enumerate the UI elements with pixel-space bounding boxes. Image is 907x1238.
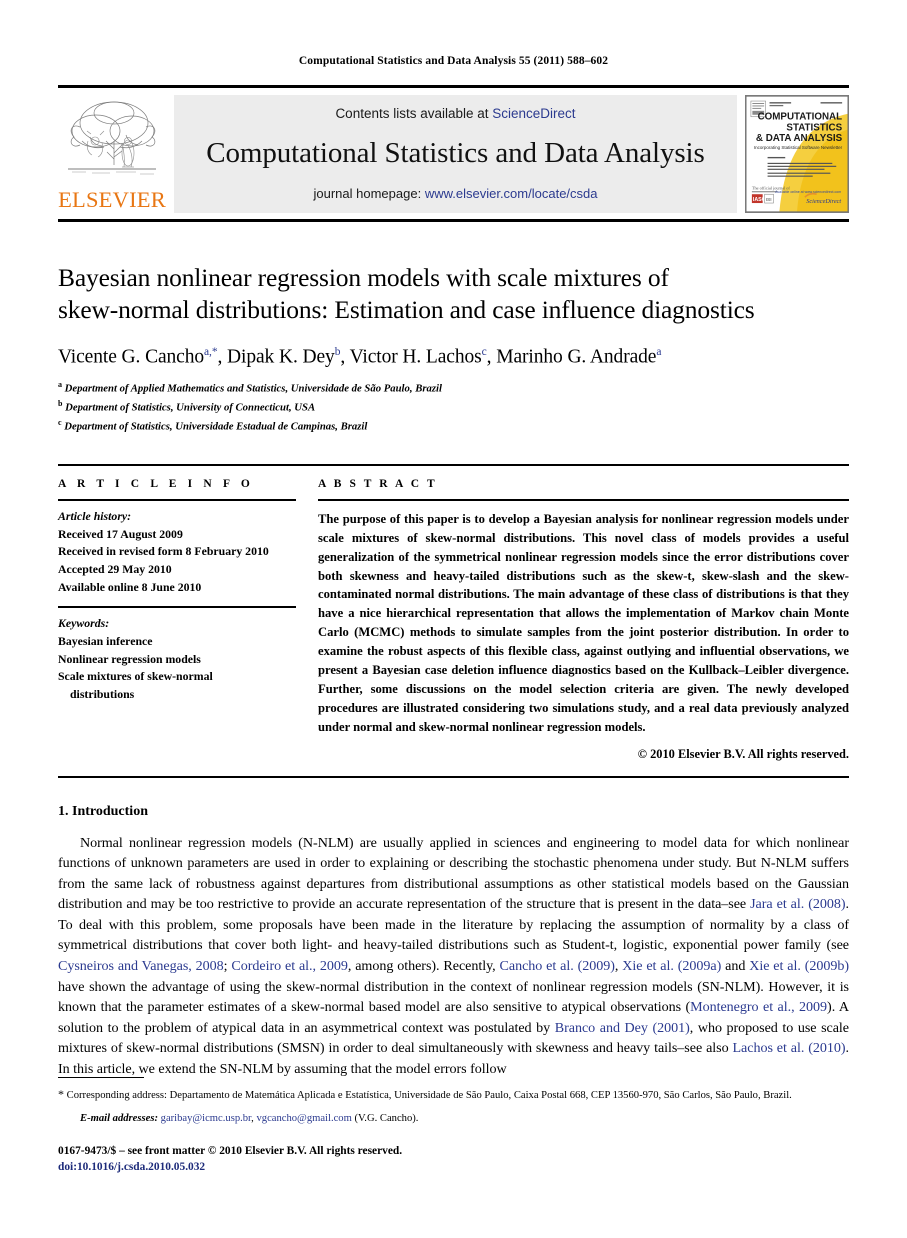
svg-text:ScienceDirect: ScienceDirect xyxy=(806,198,841,205)
keyword-item: Scale mixtures of skew-normal xyxy=(58,669,213,684)
contents-prefix: Contents lists available at xyxy=(335,106,493,121)
journal-homepage-line: journal homepage: www.elsevier.com/locat… xyxy=(314,186,598,201)
sciencedirect-link[interactable]: ScienceDirect xyxy=(492,106,575,121)
author-list: Vicente G. Canchoa,*, Dipak K. Deyb, Vic… xyxy=(58,345,662,368)
affiliation-text: Department of Applied Mathematics and St… xyxy=(64,382,442,395)
article-info-label: A R T I C L E I N F O xyxy=(58,477,254,490)
email-label: E-mail addresses: xyxy=(80,1113,158,1125)
title-block: Bayesian nonlinear regression models wit… xyxy=(58,262,849,436)
history-received: Received 17 August 2009 xyxy=(58,526,183,541)
svg-text:IASC: IASC xyxy=(753,197,766,203)
corresponding-address-text: Corresponding address: Departamento de M… xyxy=(66,1090,792,1102)
citation-link[interactable]: Xie et al. (2009b) xyxy=(749,958,849,974)
citation-link[interactable]: Cysneiros and Vanegas, 2008 xyxy=(58,958,224,974)
masthead-center-band: Contents lists available at ScienceDirec… xyxy=(174,95,737,213)
affiliation-text: Department of Statistics, University of … xyxy=(65,401,316,414)
citation-link[interactable]: Cordeiro et al., 2009 xyxy=(231,958,348,974)
abstract-label: A B S T R A C T xyxy=(318,477,438,490)
title-line-2: skew-normal distributions: Estimation an… xyxy=(58,295,755,325)
keyword-item-continuation: distributions xyxy=(70,687,135,702)
author-affiliation-mark: a,* xyxy=(204,345,218,358)
footnote-block: * Corresponding address: Departamento de… xyxy=(58,1077,849,1176)
affiliation-item: a Department of Applied Mathematics and … xyxy=(58,379,849,398)
title-line-1: Bayesian nonlinear regression models wit… xyxy=(58,263,669,292)
affiliation-mark: c xyxy=(58,418,62,428)
journal-title: Computational Statistics and Data Analys… xyxy=(206,137,705,169)
abstract-bottom-rule xyxy=(58,775,849,778)
author-affiliation-mark: c xyxy=(481,345,487,358)
svg-text:COMPUTATIONAL: COMPUTATIONAL xyxy=(758,112,843,123)
email-link-secondary[interactable]: vgcancho@gmail.com xyxy=(256,1113,351,1124)
citation-link[interactable]: Cancho et al. (2009) xyxy=(500,958,615,974)
article-history-label: Article history: xyxy=(58,508,132,523)
journal-cover-thumbnail: COMPUTATIONAL STATISTICS & DATA ANALYSIS… xyxy=(745,95,849,213)
article-history-group: Article history: Received 17 August 2009… xyxy=(58,501,296,606)
introduction-section: 1. Introduction Normal nonlinear regress… xyxy=(58,804,849,1080)
author-affiliation-mark: b xyxy=(334,345,341,358)
svg-text:Incorporating Statistical Sof: Incorporating Statistical Software Newsl… xyxy=(754,145,843,150)
asterisk-icon: * xyxy=(58,1087,64,1102)
journal-article-first-page: Computational Statistics and Data Analys… xyxy=(0,0,907,1238)
homepage-prefix: journal homepage: xyxy=(313,186,425,201)
history-online: Available online 8 June 2010 xyxy=(58,579,202,594)
contents-lists-line: Contents lists available at ScienceDirec… xyxy=(335,106,575,121)
affiliation-item: b Department of Statistics, University o… xyxy=(58,398,849,417)
keyword-item: Nonlinear regression models xyxy=(58,651,201,666)
author-name: Marinho G. Andrade xyxy=(496,346,657,368)
elsevier-tree-icon xyxy=(68,101,156,175)
keywords-group: Keywords: Bayesian inference Nonlinear r… xyxy=(58,608,296,713)
footnote-separator xyxy=(58,1077,144,1079)
email-addresses-note: E-mail addresses: garibay@icmc.usp.br, v… xyxy=(80,1113,419,1125)
issn-front-matter: 0167-9473/$ – see front matter © 2010 El… xyxy=(58,1144,403,1157)
abstract-copyright: © 2010 Elsevier B.V. All rights reserved… xyxy=(637,746,849,761)
citation-link[interactable]: Montenegro et al., 2009 xyxy=(690,999,827,1015)
citation-link[interactable]: Jara et al. (2008) xyxy=(750,896,845,912)
citation-link[interactable]: Lachos et al. (2010) xyxy=(732,1040,845,1056)
citation-link[interactable]: Xie et al. (2009a) xyxy=(622,958,721,974)
abstract-column: A B S T R A C T The purpose of this pape… xyxy=(318,478,849,762)
running-head: Computational Statistics and Data Analys… xyxy=(298,55,609,67)
email-link-primary[interactable]: garibay@icmc.usp.br xyxy=(161,1113,252,1124)
author-name: Dipak K. Dey xyxy=(227,346,335,368)
author-name: Victor H. Lachos xyxy=(349,346,482,368)
affiliation-mark: a xyxy=(58,380,62,390)
article-info-column: A R T I C L E I N F O Article history: R… xyxy=(58,478,296,762)
svg-text:& DATA ANALYSIS: & DATA ANALYSIS xyxy=(756,133,843,144)
author-affiliation-mark: a xyxy=(656,345,662,358)
abstract-text: The purpose of this paper is to develop … xyxy=(318,511,849,734)
elsevier-logo: ELSEVIER xyxy=(58,95,166,213)
citation-link[interactable]: Branco and Dey (2001) xyxy=(555,1020,690,1036)
affiliation-text: Department of Statistics, Universidade E… xyxy=(64,420,368,433)
journal-masthead: ELSEVIER Contents lists available at Sci… xyxy=(58,85,849,222)
section-heading-introduction: 1. Introduction xyxy=(58,803,148,819)
corresponding-address-note: * Corresponding address: Departamento de… xyxy=(58,1085,849,1104)
journal-homepage-link[interactable]: www.elsevier.com/locate/csda xyxy=(425,186,598,201)
history-revised: Received in revised form 8 February 2010 xyxy=(58,544,269,559)
svg-text:ISI: ISI xyxy=(766,197,772,203)
doi-link[interactable]: doi:10.1016/j.csda.2010.05.032 xyxy=(58,1159,849,1176)
issn-block: 0167-9473/$ – see front matter © 2010 El… xyxy=(58,1143,849,1176)
affiliation-list: a Department of Applied Mathematics and … xyxy=(58,379,849,436)
affiliation-mark: b xyxy=(58,399,63,409)
elsevier-wordmark: ELSEVIER xyxy=(58,186,166,212)
affiliation-item: c Department of Statistics, Universidade… xyxy=(58,417,849,436)
history-accepted: Accepted 29 May 2010 xyxy=(58,561,172,576)
svg-text:STATISTICS: STATISTICS xyxy=(786,122,842,133)
author-name: Vicente G. Cancho xyxy=(58,346,205,368)
info-and-abstract: A R T I C L E I N F O Article history: R… xyxy=(58,463,849,762)
keywords-label: Keywords: xyxy=(58,616,110,631)
keyword-item: Bayesian inference xyxy=(58,634,153,649)
svg-text:Available online at www.scienc: Available online at www.sciencedirect.co… xyxy=(775,190,841,194)
introduction-paragraph: Normal nonlinear regression models (N-NL… xyxy=(58,834,850,1077)
email-attribution: (V.G. Cancho). xyxy=(354,1113,419,1125)
journal-cover-art: COMPUTATIONAL STATISTICS & DATA ANALYSIS… xyxy=(746,96,848,212)
page-title: Bayesian nonlinear regression models wit… xyxy=(58,262,849,327)
